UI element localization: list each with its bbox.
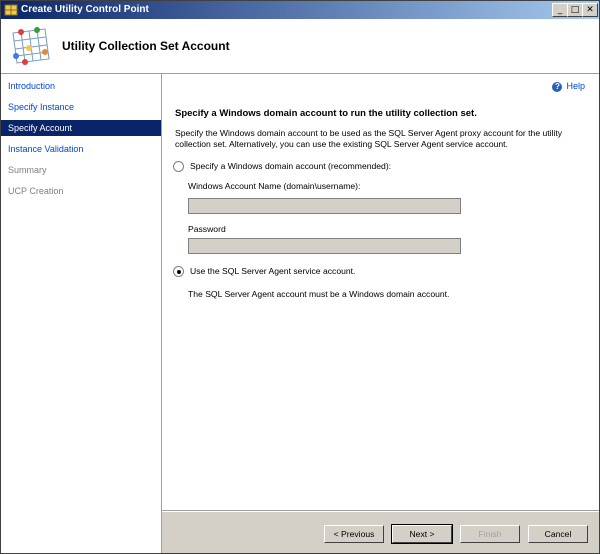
help-link[interactable]: ? Help bbox=[552, 81, 585, 92]
agent-account-option[interactable]: Use the SQL Server Agent service account… bbox=[173, 266, 356, 278]
agent-account-note: The SQL Server Agent account must be a W… bbox=[188, 289, 450, 299]
wizard-window: Create Utility Control Point _ □ ✕ Utili… bbox=[0, 0, 600, 554]
account-name-label: Windows Account Name (domain\username): bbox=[188, 181, 361, 191]
nav-item-ucp-creation: UCP Creation bbox=[8, 186, 64, 196]
account-name-field[interactable] bbox=[188, 198, 461, 214]
utility-app-icon bbox=[4, 4, 18, 16]
next-button[interactable]: Next > bbox=[391, 524, 453, 544]
password-field[interactable] bbox=[188, 238, 461, 254]
domain-account-option[interactable]: Specify a Windows domain account (recomm… bbox=[173, 161, 392, 173]
window-title: Create Utility Control Point bbox=[21, 4, 149, 15]
maximize-button[interactable]: □ bbox=[567, 3, 583, 17]
help-icon: ? bbox=[552, 81, 563, 92]
nav-item-introduction[interactable]: Introduction bbox=[1, 78, 161, 94]
agent-account-label: Use the SQL Server Agent service account… bbox=[190, 266, 356, 276]
previous-button[interactable]: < Previous bbox=[324, 525, 384, 543]
domain-account-label: Specify a Windows domain account (recomm… bbox=[190, 161, 392, 171]
nav-item-specify-account[interactable]: Specify Account bbox=[1, 120, 161, 136]
domain-account-radio[interactable] bbox=[173, 161, 184, 173]
nav-item-instance-validation[interactable]: Instance Validation bbox=[1, 141, 161, 157]
wizard-header: Utility Collection Set Account bbox=[1, 19, 599, 74]
close-button[interactable]: ✕ bbox=[582, 3, 598, 17]
finish-button[interactable]: Finish bbox=[460, 525, 520, 543]
section-heading: Specify a Windows domain account to run … bbox=[175, 108, 477, 119]
utility-grid-icon bbox=[12, 27, 50, 65]
nav-item-specify-instance[interactable]: Specify Instance bbox=[1, 99, 161, 115]
minimize-button[interactable]: _ bbox=[552, 3, 568, 17]
title-bar: Create Utility Control Point _ □ ✕ bbox=[1, 1, 599, 19]
cancel-button[interactable]: Cancel bbox=[528, 525, 588, 543]
page-title: Utility Collection Set Account bbox=[62, 39, 230, 53]
wizard-content: ? Help Specify a Windows domain account t… bbox=[162, 74, 599, 553]
password-label: Password bbox=[188, 224, 226, 234]
nav-item-summary: Summary bbox=[8, 165, 47, 175]
description-text: Specify the Windows domain account to be… bbox=[175, 128, 563, 149]
wizard-nav: Introduction Specify Instance Specify Ac… bbox=[1, 74, 162, 553]
help-label: Help bbox=[566, 81, 585, 91]
agent-account-radio[interactable] bbox=[173, 266, 184, 278]
